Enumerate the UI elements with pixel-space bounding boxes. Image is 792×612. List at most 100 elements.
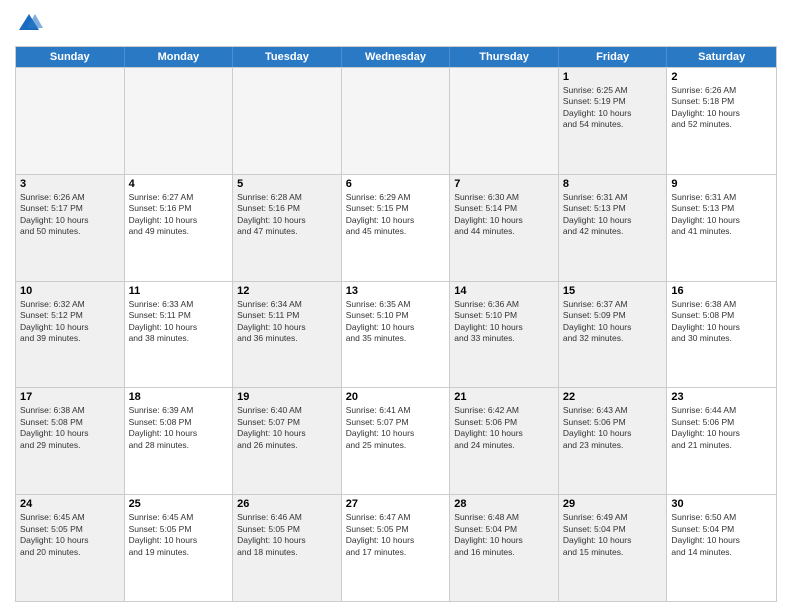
weekday-header-monday: Monday: [125, 47, 234, 67]
calendar-cell-empty: [342, 68, 451, 174]
calendar-cell-day-16: 16Sunrise: 6:38 AMSunset: 5:08 PMDayligh…: [667, 282, 776, 388]
cell-info: Sunrise: 6:36 AMSunset: 5:10 PMDaylight:…: [454, 299, 554, 345]
day-number: 24: [20, 498, 120, 510]
cell-info: Sunrise: 6:44 AMSunset: 5:06 PMDaylight:…: [671, 405, 772, 451]
day-number: 1: [563, 71, 663, 83]
calendar-cell-empty: [125, 68, 234, 174]
day-number: 11: [129, 285, 229, 297]
day-number: 22: [563, 391, 663, 403]
cell-info: Sunrise: 6:27 AMSunset: 5:16 PMDaylight:…: [129, 192, 229, 238]
calendar-cell-day-19: 19 Sunrise: 6:40 AMSunset: 5:07 PMDayligh…: [233, 388, 342, 494]
weekday-header-sunday: Sunday: [16, 47, 125, 67]
calendar-cell-day-10: 10 Sunrise: 6:32 AMSunset: 5:12 PMDayligh…: [16, 282, 125, 388]
cell-info: Sunrise: 6:34 AMSunset: 5:11 PMDaylight:…: [237, 299, 337, 345]
cell-info: Sunrise: 6:42 AMSunset: 5:06 PMDaylight:…: [454, 405, 554, 451]
calendar-cell-day-2: 2Sunrise: 6:26 AMSunset: 5:18 PMDaylight…: [667, 68, 776, 174]
cell-info: Sunrise: 6:41 AMSunset: 5:07 PMDaylight:…: [346, 405, 446, 451]
page: SundayMondayTuesdayWednesdayThursdayFrid…: [0, 0, 792, 612]
calendar-cell-day-22: 22Sunrise: 6:43 AMSunset: 5:06 PMDayligh…: [559, 388, 668, 494]
day-number: 29: [563, 498, 663, 510]
logo-icon: [15, 10, 43, 38]
day-number: 28: [454, 498, 554, 510]
day-number: 26: [237, 498, 337, 510]
calendar-cell-day-4: 4 Sunrise: 6:27 AMSunset: 5:16 PMDaylight…: [125, 175, 234, 281]
cell-info: Sunrise: 6:31 AMSunset: 5:13 PMDaylight:…: [671, 192, 772, 238]
calendar-cell-day-25: 25 Sunrise: 6:45 AMSunset: 5:05 PMDayligh…: [125, 495, 234, 601]
cell-info: Sunrise: 6:35 AMSunset: 5:10 PMDaylight:…: [346, 299, 446, 345]
cell-info: Sunrise: 6:28 AMSunset: 5:16 PMDaylight:…: [237, 192, 337, 238]
calendar-row-3: 17 Sunrise: 6:38 AMSunset: 5:08 PMDayligh…: [16, 387, 776, 494]
calendar-row-0: 1 Sunrise: 6:25 AMSunset: 5:19 PMDaylight…: [16, 67, 776, 174]
calendar-cell-day-5: 5 Sunrise: 6:28 AMSunset: 5:16 PMDaylight…: [233, 175, 342, 281]
calendar-cell-day-28: 28 Sunrise: 6:48 AMSunset: 5:04 PMDayligh…: [450, 495, 559, 601]
cell-info: Sunrise: 6:33 AMSunset: 5:11 PMDaylight:…: [129, 299, 229, 345]
day-number: 20: [346, 391, 446, 403]
day-number: 8: [563, 178, 663, 190]
cell-info: Sunrise: 6:31 AMSunset: 5:13 PMDaylight:…: [563, 192, 663, 238]
day-number: 6: [346, 178, 446, 190]
day-number: 4: [129, 178, 229, 190]
day-number: 16: [671, 285, 772, 297]
calendar-cell-day-15: 15Sunrise: 6:37 AMSunset: 5:09 PMDayligh…: [559, 282, 668, 388]
cell-info: Sunrise: 6:45 AMSunset: 5:05 PMDaylight:…: [20, 512, 120, 558]
cell-info: Sunrise: 6:48 AMSunset: 5:04 PMDaylight:…: [454, 512, 554, 558]
cell-info: Sunrise: 6:26 AMSunset: 5:18 PMDaylight:…: [671, 85, 772, 131]
weekday-header-wednesday: Wednesday: [342, 47, 451, 67]
calendar: SundayMondayTuesdayWednesdayThursdayFrid…: [15, 46, 777, 602]
logo: [15, 10, 47, 38]
cell-info: Sunrise: 6:46 AMSunset: 5:05 PMDaylight:…: [237, 512, 337, 558]
day-number: 7: [454, 178, 554, 190]
cell-info: Sunrise: 6:29 AMSunset: 5:15 PMDaylight:…: [346, 192, 446, 238]
day-number: 14: [454, 285, 554, 297]
cell-info: Sunrise: 6:49 AMSunset: 5:04 PMDaylight:…: [563, 512, 663, 558]
calendar-cell-empty: [16, 68, 125, 174]
day-number: 19: [237, 391, 337, 403]
day-number: 13: [346, 285, 446, 297]
cell-info: Sunrise: 6:38 AMSunset: 5:08 PMDaylight:…: [20, 405, 120, 451]
cell-info: Sunrise: 6:32 AMSunset: 5:12 PMDaylight:…: [20, 299, 120, 345]
day-number: 9: [671, 178, 772, 190]
cell-info: Sunrise: 6:40 AMSunset: 5:07 PMDaylight:…: [237, 405, 337, 451]
weekday-header-tuesday: Tuesday: [233, 47, 342, 67]
calendar-row-1: 3Sunrise: 6:26 AMSunset: 5:17 PMDaylight…: [16, 174, 776, 281]
calendar-cell-day-24: 24 Sunrise: 6:45 AMSunset: 5:05 PMDayligh…: [16, 495, 125, 601]
cell-info: Sunrise: 6:47 AMSunset: 5:05 PMDaylight:…: [346, 512, 446, 558]
calendar-header: SundayMondayTuesdayWednesdayThursdayFrid…: [16, 47, 776, 67]
calendar-cell-day-18: 18 Sunrise: 6:39 AMSunset: 5:08 PMDayligh…: [125, 388, 234, 494]
calendar-cell-day-26: 26 Sunrise: 6:46 AMSunset: 5:05 PMDayligh…: [233, 495, 342, 601]
calendar-row-4: 24 Sunrise: 6:45 AMSunset: 5:05 PMDayligh…: [16, 494, 776, 601]
day-number: 30: [671, 498, 772, 510]
calendar-cell-day-6: 6 Sunrise: 6:29 AMSunset: 5:15 PMDaylight…: [342, 175, 451, 281]
calendar-cell-day-3: 3Sunrise: 6:26 AMSunset: 5:17 PMDaylight…: [16, 175, 125, 281]
weekday-header-thursday: Thursday: [450, 47, 559, 67]
day-number: 18: [129, 391, 229, 403]
calendar-cell-day-29: 29 Sunrise: 6:49 AMSunset: 5:04 PMDayligh…: [559, 495, 668, 601]
calendar-cell-day-21: 21 Sunrise: 6:42 AMSunset: 5:06 PMDayligh…: [450, 388, 559, 494]
calendar-row-2: 10 Sunrise: 6:32 AMSunset: 5:12 PMDayligh…: [16, 281, 776, 388]
day-number: 12: [237, 285, 337, 297]
weekday-header-friday: Friday: [559, 47, 668, 67]
calendar-body: 1 Sunrise: 6:25 AMSunset: 5:19 PMDaylight…: [16, 67, 776, 601]
calendar-cell-day-30: 30 Sunrise: 6:50 AMSunset: 5:04 PMDayligh…: [667, 495, 776, 601]
cell-info: Sunrise: 6:39 AMSunset: 5:08 PMDaylight:…: [129, 405, 229, 451]
calendar-cell-empty: [450, 68, 559, 174]
day-number: 21: [454, 391, 554, 403]
day-number: 5: [237, 178, 337, 190]
calendar-cell-day-8: 8 Sunrise: 6:31 AMSunset: 5:13 PMDaylight…: [559, 175, 668, 281]
calendar-cell-day-1: 1 Sunrise: 6:25 AMSunset: 5:19 PMDaylight…: [559, 68, 668, 174]
day-number: 17: [20, 391, 120, 403]
cell-info: Sunrise: 6:25 AMSunset: 5:19 PMDaylight:…: [563, 85, 663, 131]
calendar-cell-empty: [233, 68, 342, 174]
day-number: 10: [20, 285, 120, 297]
calendar-cell-day-17: 17 Sunrise: 6:38 AMSunset: 5:08 PMDayligh…: [16, 388, 125, 494]
header: [15, 10, 777, 38]
cell-info: Sunrise: 6:30 AMSunset: 5:14 PMDaylight:…: [454, 192, 554, 238]
calendar-cell-day-9: 9 Sunrise: 6:31 AMSunset: 5:13 PMDaylight…: [667, 175, 776, 281]
cell-info: Sunrise: 6:50 AMSunset: 5:04 PMDaylight:…: [671, 512, 772, 558]
cell-info: Sunrise: 6:37 AMSunset: 5:09 PMDaylight:…: [563, 299, 663, 345]
cell-info: Sunrise: 6:45 AMSunset: 5:05 PMDaylight:…: [129, 512, 229, 558]
weekday-header-saturday: Saturday: [667, 47, 776, 67]
calendar-cell-day-13: 13 Sunrise: 6:35 AMSunset: 5:10 PMDayligh…: [342, 282, 451, 388]
day-number: 25: [129, 498, 229, 510]
calendar-cell-day-27: 27Sunrise: 6:47 AMSunset: 5:05 PMDayligh…: [342, 495, 451, 601]
